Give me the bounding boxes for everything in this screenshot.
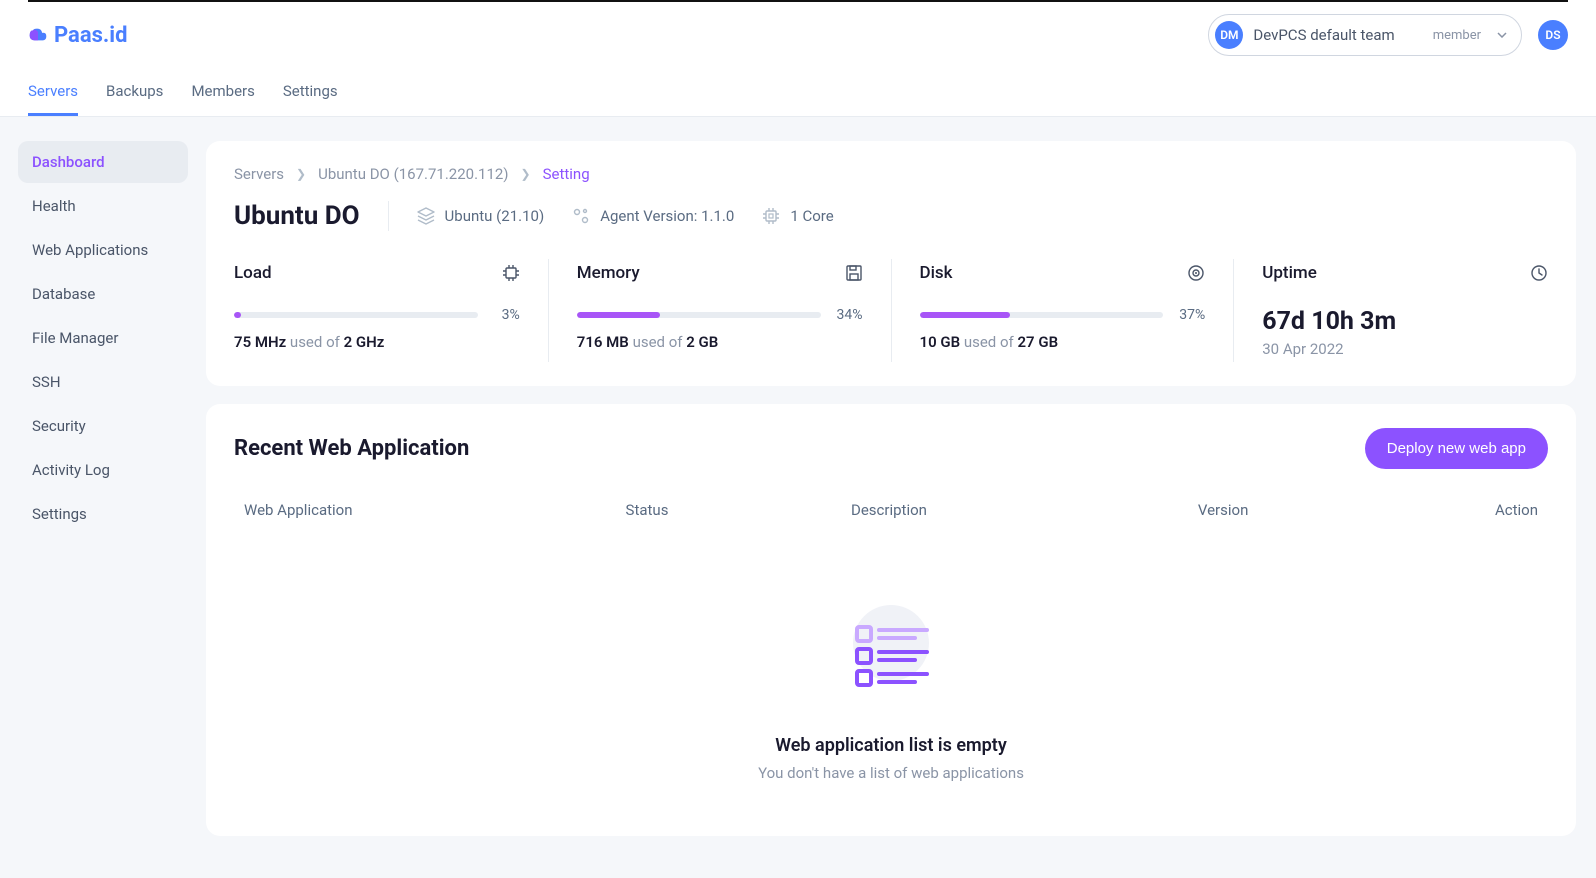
uptime-date: 30 Apr 2022 — [1262, 340, 1548, 358]
brand-text: Paas.id — [54, 23, 128, 48]
col-desc: Description — [851, 501, 1198, 519]
webapps-title: Recent Web Application — [234, 436, 469, 461]
empty-subtitle: You don't have a list of web application… — [758, 764, 1024, 782]
sidebar-item-database[interactable]: Database — [18, 273, 188, 315]
overview-card: Servers ❯ Ubuntu DO (167.71.220.112) ❯ S… — [206, 141, 1576, 386]
team-avatar: DM — [1215, 21, 1243, 49]
user-avatar[interactable]: DS — [1538, 20, 1568, 50]
sidebar-item-ssh[interactable]: SSH — [18, 361, 188, 403]
metric-disk-pct: 37% — [1173, 307, 1205, 323]
disc-icon — [1187, 264, 1205, 282]
empty-list-icon — [831, 591, 951, 711]
team-name: DevPCS default team — [1253, 26, 1394, 44]
logo[interactable]: Paas.id — [28, 23, 128, 48]
metric-disk-bar — [920, 312, 1164, 318]
col-version: Version — [1198, 501, 1458, 519]
metric-uptime: Uptime 67d 10h 3m 30 Apr 2022 — [1234, 259, 1548, 362]
metric-disk: Disk 37% 10 GB used of 27 GB — [892, 259, 1235, 362]
cpu-icon — [762, 207, 780, 225]
table-header: Web Application Status Description Versi… — [234, 489, 1548, 531]
nav-settings[interactable]: Settings — [283, 68, 338, 116]
server-agent-label: Agent Version: 1.1.0 — [600, 207, 734, 225]
server-os-label: Ubuntu (21.10) — [445, 207, 545, 225]
sidebar-item-filemanager[interactable]: File Manager — [18, 317, 188, 359]
sidebar-item-dashboard[interactable]: Dashboard — [18, 141, 188, 183]
clock-icon — [1530, 264, 1548, 282]
metric-load-label: Load — [234, 263, 272, 283]
sidebar-item-webapps[interactable]: Web Applications — [18, 229, 188, 271]
breadcrumb-current: Setting — [543, 165, 590, 183]
breadcrumb-servers[interactable]: Servers — [234, 165, 284, 183]
metric-memory-bar — [577, 312, 821, 318]
server-os: Ubuntu (21.10) — [417, 207, 545, 225]
breadcrumb-server[interactable]: Ubuntu DO (167.71.220.112) — [318, 165, 508, 183]
nodes-icon — [572, 207, 590, 225]
sidebar-item-security[interactable]: Security — [18, 405, 188, 447]
main-nav: Servers Backups Members Settings — [28, 68, 1568, 116]
col-status: Status — [626, 501, 851, 519]
server-cores-label: 1 Core — [790, 207, 833, 225]
chip-icon — [502, 264, 520, 282]
sidebar-item-activitylog[interactable]: Activity Log — [18, 449, 188, 491]
logo-icon — [28, 27, 48, 43]
webapps-card: Recent Web Application Deploy new web ap… — [206, 404, 1576, 836]
metric-disk-detail: 10 GB used of 27 GB — [920, 333, 1206, 351]
chevron-right-icon: ❯ — [296, 167, 306, 181]
metric-memory: Memory 34% 716 MB used of 2 GB — [549, 259, 892, 362]
nav-members[interactable]: Members — [191, 68, 254, 116]
deploy-button[interactable]: Deploy new web app — [1365, 428, 1548, 469]
chevron-down-icon — [1497, 32, 1507, 38]
metric-memory-pct: 34% — [831, 307, 863, 323]
breadcrumb: Servers ❯ Ubuntu DO (167.71.220.112) ❯ S… — [234, 165, 1548, 183]
chevron-right-icon: ❯ — [521, 167, 531, 181]
sidebar-item-settings[interactable]: Settings — [18, 493, 188, 535]
metric-memory-detail: 716 MB used of 2 GB — [577, 333, 863, 351]
empty-state: Web application list is empty You don't … — [234, 531, 1548, 812]
metric-load-detail: 75 MHz used of 2 GHz — [234, 333, 520, 351]
uptime-value: 67d 10h 3m — [1262, 307, 1548, 336]
layers-icon — [417, 207, 435, 225]
metric-load-bar — [234, 312, 478, 318]
metric-disk-label: Disk — [920, 263, 953, 283]
col-app: Web Application — [244, 501, 626, 519]
team-selector[interactable]: DM DevPCS default team member — [1208, 14, 1522, 56]
nav-servers[interactable]: Servers — [28, 68, 78, 116]
metric-load: Load 3% 75 MHz used of 2 GHz — [234, 259, 549, 362]
sidebar-item-health[interactable]: Health — [18, 185, 188, 227]
col-action: Action — [1458, 501, 1538, 519]
nav-backups[interactable]: Backups — [106, 68, 163, 116]
sidebar: Dashboard Health Web Applications Databa… — [0, 117, 206, 878]
metric-uptime-label: Uptime — [1262, 263, 1317, 283]
empty-title: Web application list is empty — [775, 735, 1007, 756]
metric-memory-label: Memory — [577, 263, 640, 283]
save-icon — [845, 264, 863, 282]
server-title: Ubuntu DO — [234, 201, 389, 231]
server-cores: 1 Core — [762, 207, 833, 225]
team-role: member — [1433, 28, 1481, 43]
metric-load-pct: 3% — [488, 307, 520, 323]
server-agent: Agent Version: 1.1.0 — [572, 207, 734, 225]
